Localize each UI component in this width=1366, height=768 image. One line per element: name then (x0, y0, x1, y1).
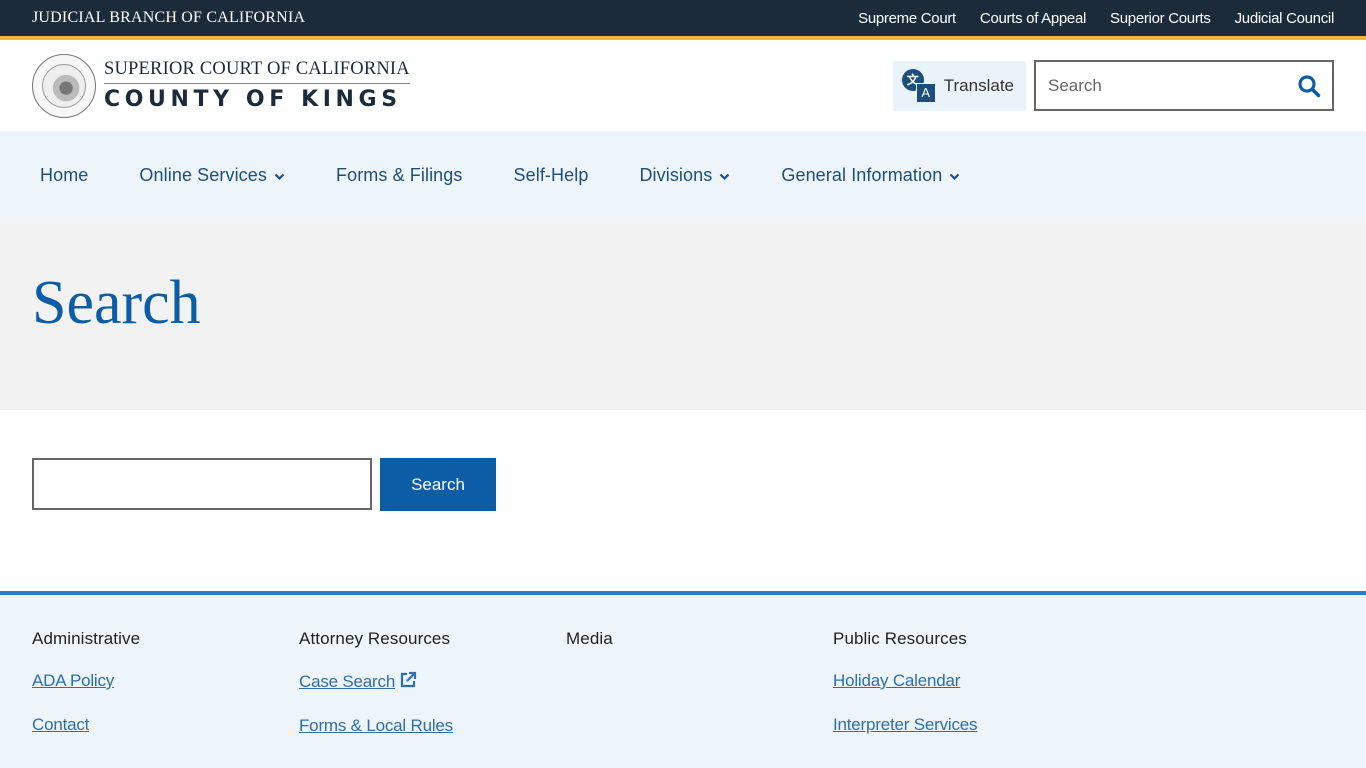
header-tools: 文 A Translate (892, 60, 1334, 111)
footer-heading: Administrative (32, 629, 141, 648)
nav-item-online-services[interactable]: Online Services (139, 165, 285, 186)
footer-heading: Attorney Resources (299, 629, 451, 648)
nav-item-self-help[interactable]: Self-Help (514, 165, 589, 186)
footer-column-administrative: Administrative ADA Policy Contact (32, 629, 299, 768)
search-icon (1298, 74, 1321, 97)
header-search-button[interactable] (1286, 62, 1332, 109)
utility-link-superior-courts[interactable]: Superior Courts (1110, 10, 1211, 27)
footer-link-contact[interactable]: Contact (32, 715, 299, 735)
utility-link-supreme-court[interactable]: Supreme Court (858, 10, 956, 27)
utility-bar: JUDICIAL BRANCH OF CALIFORNIA Supreme Co… (0, 0, 1366, 40)
chevron-down-icon (720, 173, 730, 180)
footer-link-ada-policy[interactable]: ADA Policy (32, 671, 299, 691)
translate-label: Translate (943, 75, 1014, 95)
translate-icon: 文 A (901, 68, 936, 103)
header-search-input[interactable] (1036, 62, 1286, 109)
judicial-branch-link[interactable]: JUDICIAL BRANCH OF CALIFORNIA (32, 9, 305, 27)
nav-item-general-information[interactable]: General Information (781, 165, 960, 186)
search-button[interactable]: Search (380, 458, 496, 511)
logo-line-county: COUNTY OF KINGS (104, 87, 402, 112)
logo-line-court: SUPERIOR COURT OF CALIFORNIA (104, 59, 410, 84)
main-nav: Home Online Services Forms & Filings Sel… (0, 131, 1366, 220)
footer-column-public-resources: Public Resources Holiday Calendar Interp… (833, 629, 1100, 768)
footer-link-forms-local-rules[interactable]: Forms & Local Rules (299, 716, 566, 736)
external-link-icon (400, 671, 417, 688)
search-input[interactable] (32, 458, 372, 510)
logo-text: SUPERIOR COURT OF CALIFORNIA COUNTY OF K… (104, 59, 410, 112)
nav-item-home[interactable]: Home (40, 165, 88, 186)
footer-link-case-search[interactable]: Case Search (299, 671, 566, 692)
footer-heading: Public Resources (833, 629, 967, 648)
page-hero: Search (0, 220, 1366, 410)
nav-item-divisions[interactable]: Divisions (639, 165, 730, 186)
page-title: Search (32, 268, 201, 337)
footer-column-media: Media (566, 629, 833, 768)
site-footer: Administrative ADA Policy Contact Attorn… (0, 591, 1366, 768)
site-header: SUPERIOR COURT OF CALIFORNIA COUNTY OF K… (0, 40, 1366, 131)
utility-link-courts-of-appeal[interactable]: Courts of Appeal (980, 10, 1086, 27)
header-search (1034, 60, 1334, 111)
footer-heading: Media (566, 629, 613, 648)
search-form: Search (0, 410, 1366, 591)
utility-links: Supreme Court Courts of Appeal Superior … (858, 10, 1334, 27)
chevron-down-icon (950, 173, 960, 180)
site-logo[interactable]: SUPERIOR COURT OF CALIFORNIA COUNTY OF K… (32, 53, 410, 118)
footer-column-attorney-resources: Attorney Resources Case Search Forms & L… (299, 629, 566, 768)
utility-link-judicial-council[interactable]: Judicial Council (1235, 10, 1335, 27)
footer-link-holiday-calendar[interactable]: Holiday Calendar (833, 671, 1100, 691)
seal-icon (32, 53, 96, 118)
footer-link-interpreter-services[interactable]: Interpreter Services (833, 715, 1100, 735)
translate-button[interactable]: 文 A Translate (892, 60, 1026, 111)
nav-item-forms-filings[interactable]: Forms & Filings (336, 165, 463, 186)
chevron-down-icon (274, 173, 285, 180)
